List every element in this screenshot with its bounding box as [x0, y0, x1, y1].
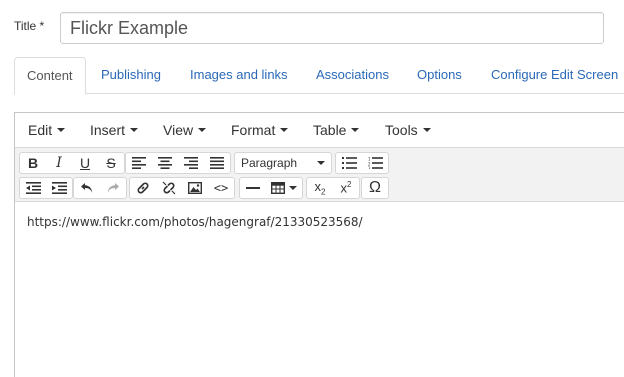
rich-text-editor: Edit Insert View Format Table Tools B I …: [14, 112, 624, 377]
subscript-button[interactable]: x2: [307, 178, 333, 198]
tab-publishing[interactable]: Publishing: [101, 57, 161, 94]
alignment-group: [125, 152, 231, 174]
outdent-button[interactable]: [20, 178, 46, 198]
editor-toolbar: B I U S Paragraph 123 <> x2 x2 Ω: [15, 148, 624, 202]
menu-tools[interactable]: Tools: [385, 122, 431, 138]
caret-down-icon: [130, 128, 139, 132]
align-right-button[interactable]: [178, 153, 204, 173]
title-label: Title *: [14, 19, 45, 33]
remove-link-button[interactable]: [156, 178, 182, 198]
tab-bar: Content Publishing Images and links Asso…: [14, 57, 624, 95]
align-right-icon: [184, 157, 198, 169]
menu-format-label: Format: [231, 122, 276, 138]
indent-group: [19, 177, 73, 199]
tab-associations[interactable]: Associations: [316, 57, 389, 94]
source-code-button[interactable]: <>: [208, 178, 234, 198]
menu-insert-label: Insert: [90, 122, 126, 138]
caret-down-icon: [57, 128, 66, 132]
undo-button[interactable]: [74, 178, 100, 198]
indent-icon: [51, 182, 67, 194]
table-group: [239, 177, 303, 199]
bullet-list-icon: [341, 157, 357, 169]
menu-insert[interactable]: Insert: [90, 122, 139, 138]
strikethrough-button[interactable]: S: [98, 153, 124, 173]
code-icon: <>: [213, 181, 229, 195]
caret-down-icon: [280, 128, 289, 132]
editor-content[interactable]: https://www.flickr.com/photos/hagengraf/…: [27, 215, 363, 229]
menu-view[interactable]: View: [163, 122, 207, 138]
align-justify-icon: [210, 157, 224, 169]
menu-tools-label: Tools: [385, 122, 418, 138]
redo-button[interactable]: [100, 178, 126, 198]
link-icon: [137, 182, 149, 194]
superscript-icon: x2: [340, 180, 352, 196]
align-center-icon: [158, 157, 172, 169]
numbered-list-button[interactable]: 123: [362, 153, 388, 173]
align-center-button[interactable]: [152, 153, 178, 173]
script-group: x2 x2: [306, 177, 360, 199]
menu-view-label: View: [163, 122, 194, 138]
menu-edit[interactable]: Edit: [28, 122, 66, 138]
subscript-icon: x2: [314, 179, 326, 197]
align-left-button[interactable]: [126, 153, 152, 173]
special-character-button[interactable]: Ω: [362, 178, 388, 198]
block-format-value: Paragraph: [235, 153, 331, 173]
text-style-group: B I U S: [19, 152, 125, 174]
menu-edit-label: Edit: [28, 122, 53, 138]
outdent-icon: [25, 182, 41, 194]
caret-down-icon: [317, 161, 325, 165]
redo-icon: [108, 183, 119, 193]
menu-table-label: Table: [313, 122, 347, 138]
bold-button[interactable]: B: [20, 153, 46, 173]
undo-icon: [81, 183, 92, 193]
table-icon: [271, 182, 285, 194]
bullet-list-button[interactable]: [336, 153, 362, 173]
horizontal-rule-icon: [246, 187, 260, 189]
indent-button[interactable]: [46, 178, 72, 198]
align-left-icon: [132, 157, 146, 169]
caret-down-icon: [422, 128, 431, 132]
horizontal-rule-button[interactable]: [240, 178, 266, 198]
menu-table[interactable]: Table: [313, 122, 360, 138]
insert-link-button[interactable]: [130, 178, 156, 198]
align-justify-button[interactable]: [204, 153, 230, 173]
italic-button[interactable]: I: [46, 153, 72, 173]
editor-menubar: Edit Insert View Format Table Tools: [15, 113, 624, 148]
caret-down-icon: [289, 186, 297, 190]
unlink-icon: [162, 181, 176, 195]
tab-images-and-links[interactable]: Images and links: [190, 57, 288, 94]
block-format-label: Paragraph: [241, 156, 298, 170]
block-format-select[interactable]: Paragraph: [234, 152, 332, 174]
special-char-group: Ω: [361, 177, 389, 199]
svg-text:3: 3: [368, 166, 371, 169]
tab-configure-edit-screen[interactable]: Configure Edit Screen: [491, 57, 618, 94]
insert-group: <>: [129, 177, 235, 199]
caret-down-icon: [198, 128, 207, 132]
underline-button[interactable]: U: [72, 153, 98, 173]
caret-down-icon: [351, 128, 360, 132]
superscript-button[interactable]: x2: [333, 178, 359, 198]
history-group: [73, 177, 127, 199]
image-icon: [188, 182, 202, 194]
title-input[interactable]: [60, 12, 604, 44]
numbered-list-icon: 123: [368, 157, 383, 169]
tab-options[interactable]: Options: [417, 57, 462, 94]
insert-image-button[interactable]: [182, 178, 208, 198]
menu-format[interactable]: Format: [231, 122, 289, 138]
table-button[interactable]: [266, 178, 302, 198]
list-group: 123: [335, 152, 389, 174]
tab-content[interactable]: Content: [14, 57, 86, 95]
